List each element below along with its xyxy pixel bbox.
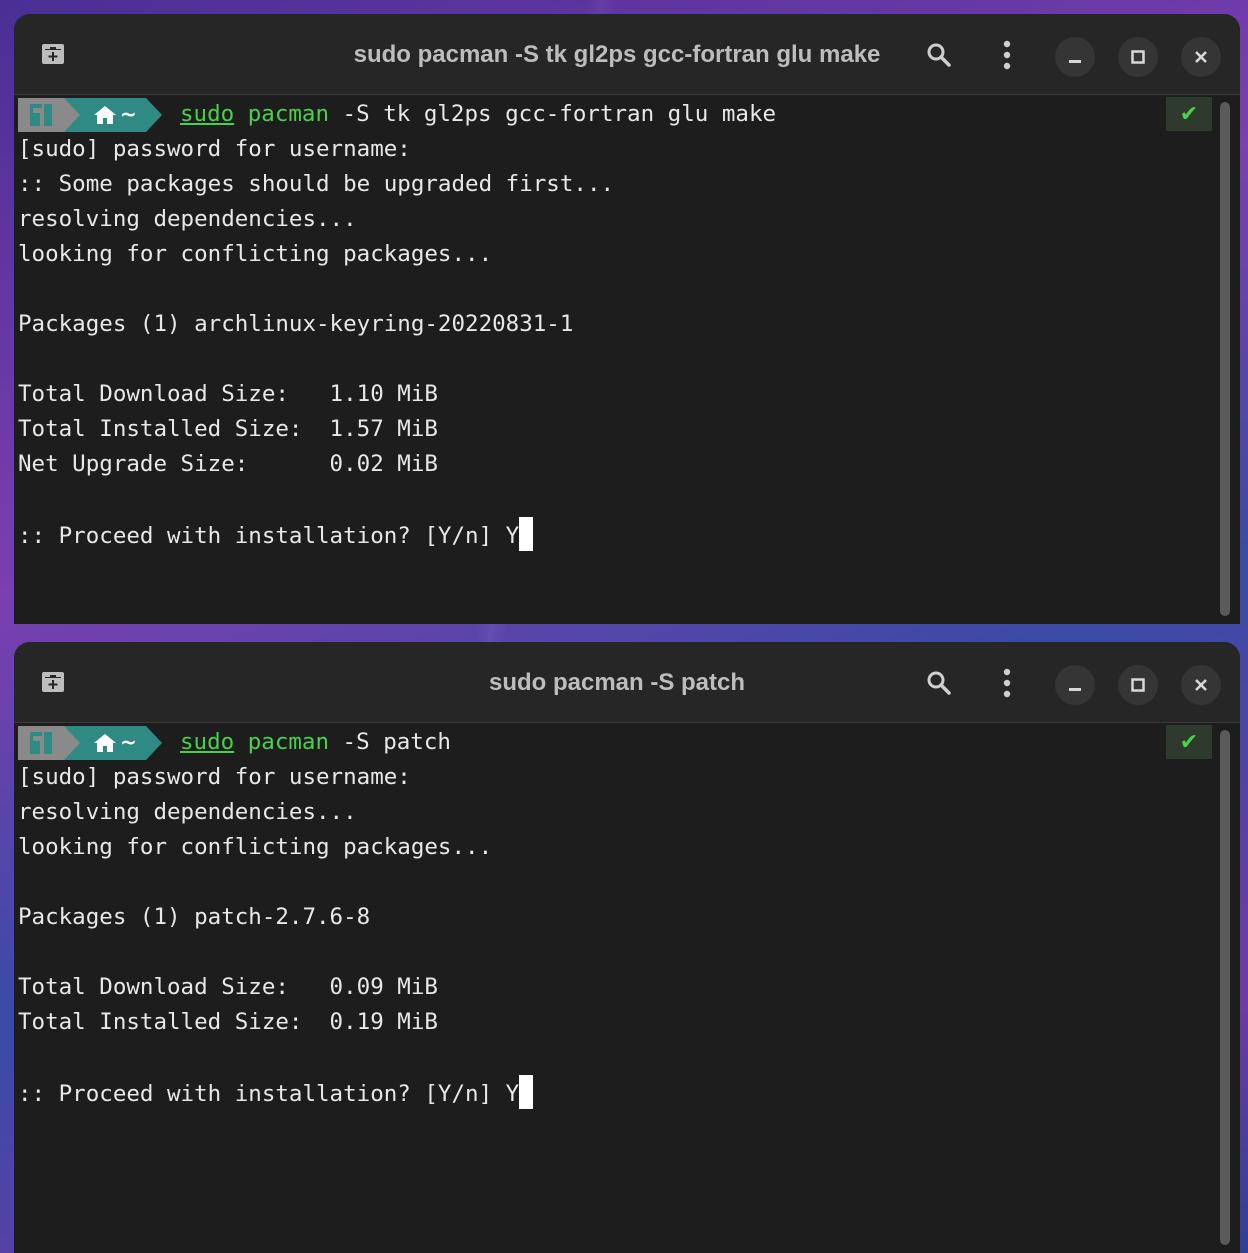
proceed-prompt: :: Proceed with installation? [Y/n] Y <box>18 1081 520 1107</box>
proceed-prompt: :: Proceed with installation? [Y/n] Y <box>18 523 520 549</box>
output-line: Total Installed Size: 1.57 MiB <box>18 416 438 442</box>
search-icon[interactable] <box>922 38 956 72</box>
close-icon[interactable] <box>1181 37 1221 77</box>
scrollbar[interactable] <box>1220 730 1230 1245</box>
command-sudo: sudo <box>180 729 235 755</box>
prompt-home-label: ~ <box>120 730 137 754</box>
titlebar[interactable]: sudo pacman -S patch <box>14 642 1240 723</box>
output-line: Total Download Size: 1.10 MiB <box>18 381 438 407</box>
output-line: looking for conflicting packages... <box>18 834 493 860</box>
output-line: :: Some packages should be upgraded firs… <box>18 171 615 197</box>
maximize-icon[interactable] <box>1118 37 1158 77</box>
minimize-icon[interactable] <box>1055 665 1095 705</box>
status-ok-badge: ✔ <box>1166 97 1212 131</box>
command-pacman: pacman <box>247 101 330 127</box>
home-icon <box>94 733 116 752</box>
prompt-line: ~ sudo pacman -S patch <box>18 725 1240 760</box>
text-cursor <box>519 1075 534 1109</box>
prompt-home-label: ~ <box>120 102 137 126</box>
terminal-window-1[interactable]: sudo pacman -S tk gl2ps gcc-fortran glu … <box>14 14 1240 624</box>
manjaro-logo-icon <box>18 97 80 132</box>
terminal-output[interactable]: ✔ ~ sudo pacman -S tk gl2ps gcc-fortran … <box>14 95 1240 552</box>
titlebar[interactable]: sudo pacman -S tk gl2ps gcc-fortran glu … <box>14 14 1240 95</box>
output-line: resolving dependencies... <box>18 206 357 232</box>
output-line: [sudo] password for username: <box>18 764 411 790</box>
manjaro-logo-icon <box>18 725 80 760</box>
search-icon[interactable] <box>922 666 956 700</box>
output-line: Total Download Size: 0.09 MiB <box>18 974 438 1000</box>
terminal-output[interactable]: ✔ ~ sudo pacman -S patch [sudo] password… <box>14 723 1240 1110</box>
command-args: -S patch <box>329 729 451 755</box>
text-cursor <box>519 517 534 551</box>
proceed-line: :: Proceed with installation? [Y/n] Y <box>18 517 1240 552</box>
close-icon[interactable] <box>1181 665 1221 705</box>
output-line: looking for conflicting packages... <box>18 241 493 267</box>
command-args: -S tk gl2ps gcc-fortran glu make <box>329 101 777 127</box>
output-line: resolving dependencies... <box>18 799 357 825</box>
scrollbar[interactable] <box>1220 102 1230 616</box>
proceed-line: :: Proceed with installation? [Y/n] Y <box>18 1075 1240 1110</box>
status-ok-badge: ✔ <box>1166 725 1212 759</box>
output-line: Net Upgrade Size: 0.02 MiB <box>18 451 438 477</box>
command-pacman: pacman <box>247 729 330 755</box>
kebab-menu-icon[interactable] <box>990 38 1024 72</box>
output-line: Total Installed Size: 0.19 MiB <box>18 1009 438 1035</box>
output-line: [sudo] password for username: <box>18 136 411 162</box>
terminal-window-2[interactable]: sudo pacman -S patch ✔ ~ sudo pacman -S … <box>14 642 1240 1253</box>
command-sudo: sudo <box>180 101 235 127</box>
output-line: Packages (1) patch-2.7.6-8 <box>18 904 371 930</box>
home-icon <box>94 105 116 124</box>
minimize-icon[interactable] <box>1055 37 1095 77</box>
maximize-icon[interactable] <box>1118 665 1158 705</box>
prompt-line: ~ sudo pacman -S tk gl2ps gcc-fortran gl… <box>18 97 1240 132</box>
kebab-menu-icon[interactable] <box>990 666 1024 700</box>
output-line: Packages (1) archlinux-keyring-20220831-… <box>18 311 574 337</box>
